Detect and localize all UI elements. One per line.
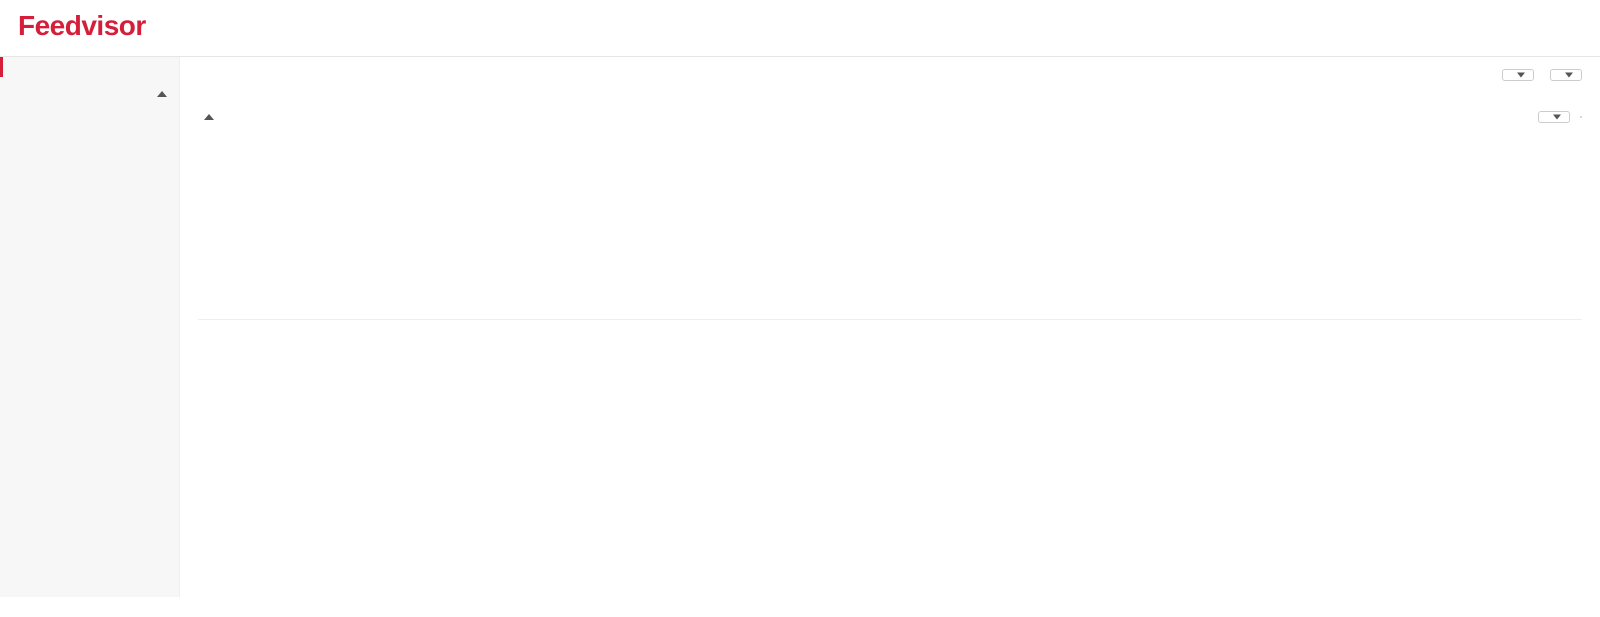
compared-select[interactable] (1550, 69, 1582, 81)
sidebar-spotlights-header[interactable] (10, 83, 169, 105)
chevron-up-icon (157, 91, 167, 97)
chevron-up-icon (204, 114, 214, 120)
chart-legend (198, 133, 1582, 145)
sidebar-all-products[interactable] (0, 57, 179, 77)
chart-area (198, 133, 1582, 299)
top-nav (0, 42, 1600, 57)
chart-xaxis (198, 295, 1582, 299)
time-range-group (1580, 116, 1582, 118)
header: Feedvisor (0, 0, 1600, 42)
overtime-title[interactable] (198, 114, 214, 120)
line-chart[interactable] (208, 145, 1582, 295)
logo: Feedvisor (18, 10, 148, 42)
timeperiod-select[interactable] (1502, 69, 1534, 81)
viewby-select[interactable] (1538, 111, 1570, 123)
snapshot-controls (1494, 69, 1582, 81)
main-content (180, 57, 1600, 597)
chart-ylabel (198, 145, 202, 295)
sidebar (0, 57, 180, 597)
